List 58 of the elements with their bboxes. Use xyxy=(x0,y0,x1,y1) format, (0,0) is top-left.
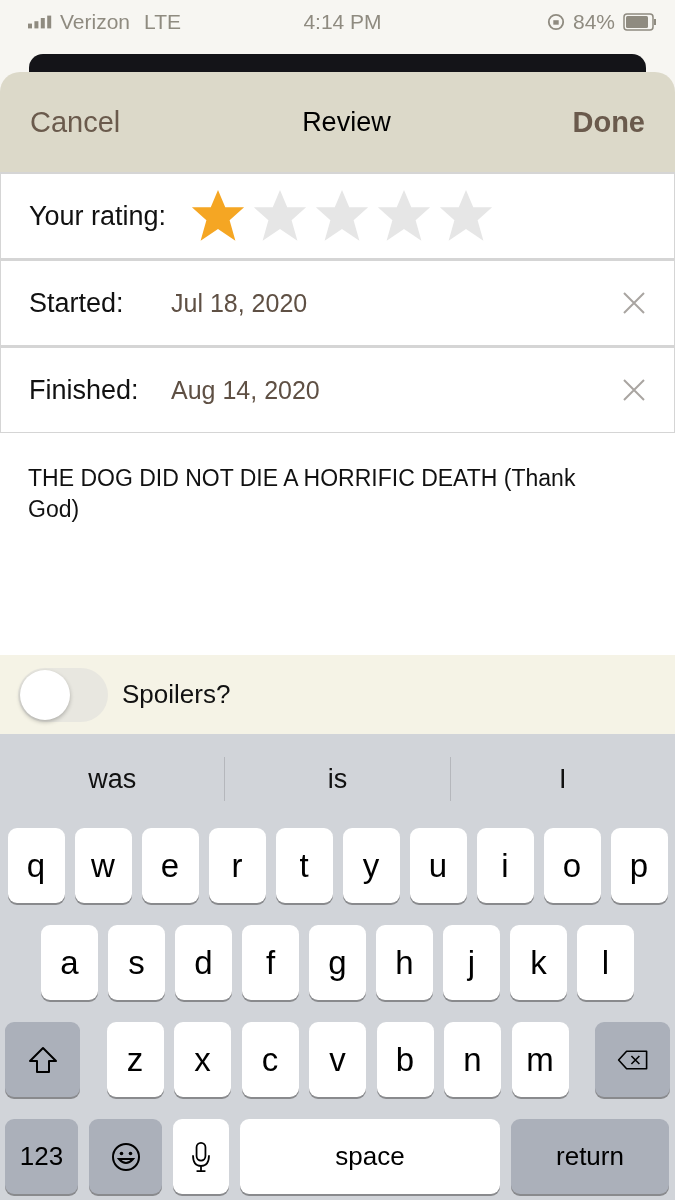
letter-key[interactable]: w xyxy=(74,828,132,903)
letter-key[interactable]: i xyxy=(476,828,534,903)
letter-key[interactable]: m xyxy=(511,1022,569,1097)
cancel-button[interactable]: Cancel xyxy=(30,105,121,139)
letter-key[interactable]: x xyxy=(174,1022,231,1097)
letter-key[interactable]: b xyxy=(376,1022,434,1097)
date-value[interactable]: Aug 14, 2020 xyxy=(171,375,622,405)
letter-key[interactable]: e xyxy=(141,828,199,903)
letter-key[interactable]: r xyxy=(208,828,266,903)
letter-key[interactable]: l xyxy=(577,925,634,1000)
smiley-icon xyxy=(109,1140,142,1173)
letter-key[interactable]: g xyxy=(309,925,366,1000)
network-type: LTE xyxy=(144,10,181,34)
letter-key[interactable]: p xyxy=(610,828,668,903)
letter-key[interactable]: v xyxy=(309,1022,366,1097)
spoilers-label: Spoilers? xyxy=(122,679,231,710)
rotation-lock-icon xyxy=(546,13,565,31)
letter-key[interactable]: d xyxy=(175,925,232,1000)
letter-key[interactable]: f xyxy=(242,925,299,1000)
carrier: Verizon xyxy=(60,10,131,34)
suggestion[interactable]: was xyxy=(0,749,225,809)
letter-key[interactable]: y xyxy=(342,828,400,903)
suggestion[interactable]: is xyxy=(225,749,450,809)
letter-key[interactable]: a xyxy=(41,925,98,1000)
shift-key[interactable] xyxy=(5,1022,80,1097)
letter-key[interactable]: q xyxy=(7,828,65,903)
battery-icon xyxy=(623,13,657,31)
letter-key[interactable]: s xyxy=(108,925,165,1000)
clear-icon[interactable] xyxy=(622,291,646,315)
battery-percent: 84% xyxy=(572,10,615,34)
letter-key[interactable]: o xyxy=(543,828,601,903)
suggestion[interactable]: I xyxy=(450,749,675,809)
letter-key[interactable]: t xyxy=(275,828,333,903)
review-text-area[interactable]: THE DOG DID NOT DIE A HORRIFIC DEATH (Thank God) xyxy=(0,433,675,655)
clock: 4:14 PM xyxy=(303,10,382,34)
letter-key[interactable]: h xyxy=(376,925,433,1000)
microphone-key[interactable] xyxy=(173,1119,229,1194)
return-key[interactable]: return xyxy=(511,1119,669,1194)
letter-key[interactable]: k xyxy=(510,925,567,1000)
date-label: Finished: xyxy=(29,374,140,406)
letter-key[interactable]: j xyxy=(443,925,500,1000)
space-key[interactable]: space xyxy=(240,1119,500,1194)
letter-key[interactable]: n xyxy=(444,1022,501,1097)
review-text: THE DOG DID NOT DIE A HORRIFIC DEATH (Thank God) xyxy=(28,465,576,522)
letter-key[interactable]: z xyxy=(106,1022,164,1097)
clear-icon[interactable] xyxy=(622,378,646,402)
emoji-key[interactable] xyxy=(89,1119,162,1194)
date-label: Started: xyxy=(29,287,125,319)
delete-key[interactable] xyxy=(595,1022,670,1097)
letter-key[interactable]: c xyxy=(241,1022,299,1097)
letter-key[interactable]: u xyxy=(409,828,467,903)
signal-icon xyxy=(28,15,52,29)
date-value[interactable]: Jul 18, 2020 xyxy=(171,288,622,318)
done-button[interactable]: Done xyxy=(572,105,645,139)
rating-label: Your rating: xyxy=(29,200,167,232)
spoilers-toggle[interactable] xyxy=(18,667,108,722)
numbers-key[interactable]: 123 xyxy=(5,1119,78,1194)
sheet-title: Review xyxy=(302,106,391,138)
